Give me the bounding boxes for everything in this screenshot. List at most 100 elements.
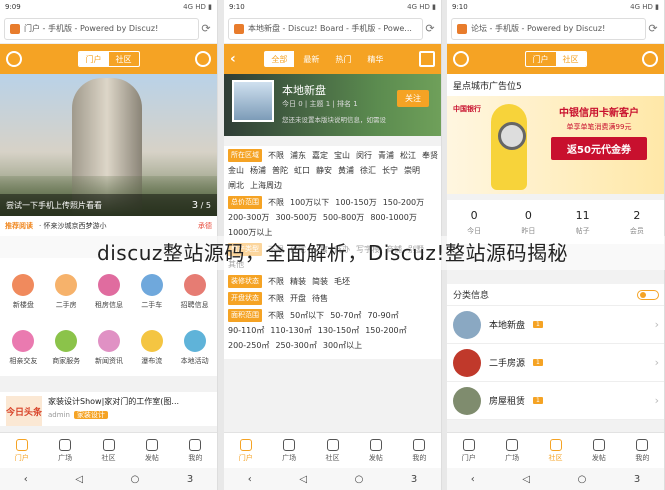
user-icon[interactable]	[6, 51, 22, 67]
tab-hot[interactable]: 热门	[328, 51, 358, 67]
filter-option[interactable]: 200-250㎡	[228, 339, 269, 352]
grid-item[interactable]: 新闻资讯	[88, 320, 131, 376]
filter-option[interactable]: 精装	[290, 275, 306, 288]
edit-icon[interactable]	[419, 51, 435, 67]
filter-option[interactable]: 金山	[228, 164, 244, 177]
nav-back-triangle-icon[interactable]: ◁	[75, 474, 83, 485]
filter-option[interactable]: 130-150㎡	[318, 324, 359, 337]
nav-back-triangle-icon[interactable]: ◁	[299, 474, 307, 485]
filter-option[interactable]: 长宁	[382, 164, 398, 177]
post-item[interactable]: 今日头条 家装设计Show|家对门的工作室(图... admin 家装设计	[0, 386, 217, 426]
filter-option[interactable]: 50-70㎡	[330, 309, 361, 322]
seg-community[interactable]: 社区	[555, 52, 586, 66]
user-icon[interactable]	[453, 51, 469, 67]
filter-option[interactable]: 300㎡以上	[323, 339, 362, 352]
filter-option[interactable]: 杨浦	[250, 164, 266, 177]
tab-portal[interactable]: 门户	[447, 433, 490, 468]
filter-option[interactable]: 不限	[268, 309, 284, 322]
nav-home-icon[interactable]: ○	[355, 474, 364, 485]
forum-row[interactable]: 本地新盘 1 ›	[447, 306, 664, 344]
filter-option[interactable]: 不限	[268, 292, 284, 305]
nav-back-icon[interactable]: ‹	[24, 474, 28, 485]
grid-item[interactable]: 新楼盘	[2, 264, 45, 320]
back-icon[interactable]: ‹	[230, 51, 236, 67]
tab-square[interactable]: 广场	[267, 433, 310, 468]
filter-option[interactable]: 开盘	[290, 292, 306, 305]
ad-banner[interactable]: 中国银行 中银信用卡新客户 单享单笔消费满99元 返50元代金券	[447, 96, 664, 194]
nav-home-icon[interactable]: ○	[131, 474, 140, 485]
nav-tabs-icon[interactable]: 3	[411, 474, 417, 485]
search-icon[interactable]	[195, 51, 211, 67]
filter-option[interactable]: 100万以下	[290, 196, 329, 209]
filter-option[interactable]: 闸北	[228, 179, 244, 192]
filter-option[interactable]: 100-150万	[335, 196, 376, 209]
filter-option[interactable]: 普陀	[272, 164, 288, 177]
filter-option[interactable]: 徐汇	[360, 164, 376, 177]
nav-back-triangle-icon[interactable]: ◁	[522, 474, 530, 485]
filter-option[interactable]: 浦东	[290, 149, 306, 162]
nav-back-icon[interactable]: ‹	[248, 474, 252, 485]
filter-option[interactable]: 宝山	[334, 149, 350, 162]
tab-mine[interactable]: 我的	[398, 433, 441, 468]
url-field[interactable]: 本地新盘 - Discuz! Board - 手机版 - Powe...	[228, 17, 423, 40]
seg-portal[interactable]: 门户	[526, 52, 556, 66]
filter-option[interactable]: 简装	[312, 275, 328, 288]
tab-post[interactable]: 发帖	[354, 433, 397, 468]
filter-option[interactable]: 500-800万	[323, 211, 364, 224]
grid-item[interactable]: 招聘信息	[173, 264, 216, 320]
filter-option[interactable]: 70-90㎡	[367, 309, 398, 322]
tab-digest[interactable]: 精华	[360, 51, 390, 67]
grid-item[interactable]: 租房信息	[88, 264, 131, 320]
filter-option[interactable]: 虹口	[294, 164, 310, 177]
tab-post[interactable]: 发帖	[577, 433, 620, 468]
tab-portal[interactable]: 门户	[0, 433, 43, 468]
url-field[interactable]: 论坛 - 手机版 - Powered by Discuz!	[451, 17, 646, 40]
grid-item[interactable]: 瀑布流	[130, 320, 173, 376]
filter-option[interactable]: 150-200万	[383, 196, 424, 209]
filter-option[interactable]: 不限	[268, 149, 284, 162]
reload-icon[interactable]: ⟳	[646, 22, 660, 35]
filter-option[interactable]: 300-500万	[275, 211, 316, 224]
filter-option[interactable]: 90-110㎡	[228, 324, 264, 337]
tab-portal[interactable]: 门户	[224, 433, 267, 468]
follow-button[interactable]: 关注	[397, 90, 429, 107]
collapse-toggle[interactable]	[637, 289, 659, 300]
tab-latest[interactable]: 最新	[296, 51, 326, 67]
filter-option[interactable]: 150-200㎡	[365, 324, 406, 337]
filter-option[interactable]: 200-300万	[228, 211, 269, 224]
filter-option[interactable]: 上海周边	[250, 179, 282, 192]
filter-option[interactable]: 待售	[312, 292, 328, 305]
grid-item[interactable]: 二手车	[130, 264, 173, 320]
tab-square[interactable]: 广场	[43, 433, 86, 468]
forum-row[interactable]: 房屋租赁 1 ›	[447, 382, 664, 420]
reload-icon[interactable]: ⟳	[423, 22, 437, 35]
filter-option[interactable]: 黄浦	[338, 164, 354, 177]
tab-community[interactable]: 社区	[534, 433, 577, 468]
filter-option[interactable]: 嘉定	[312, 149, 328, 162]
reload-icon[interactable]: ⟳	[199, 22, 213, 35]
filter-option[interactable]: 松江	[400, 149, 416, 162]
filter-option[interactable]: 110-130㎡	[270, 324, 311, 337]
tab-community[interactable]: 社区	[87, 433, 130, 468]
seg-portal[interactable]: 门户	[78, 52, 109, 66]
grid-item[interactable]: 商家服务	[45, 320, 88, 376]
filter-option[interactable]: 不限	[268, 196, 284, 209]
tab-square[interactable]: 广场	[490, 433, 533, 468]
nav-tabs-icon[interactable]: 3	[187, 474, 193, 485]
search-icon[interactable]	[642, 51, 658, 67]
nav-back-icon[interactable]: ‹	[471, 474, 475, 485]
tab-community[interactable]: 社区	[311, 433, 354, 468]
url-field[interactable]: 门户 - 手机版 - Powered by Discuz!	[4, 17, 199, 40]
seg-community[interactable]: 社区	[109, 52, 139, 66]
filter-option[interactable]: 奉贤	[422, 149, 438, 162]
grid-item[interactable]: 二手房	[45, 264, 88, 320]
nav-home-icon[interactable]: ○	[578, 474, 587, 485]
filter-option[interactable]: 崇明	[404, 164, 420, 177]
filter-option[interactable]: 不限	[268, 275, 284, 288]
filter-option[interactable]: 50㎡以下	[290, 309, 324, 322]
forum-row[interactable]: 二手房源 1 ›	[447, 344, 664, 382]
filter-option[interactable]: 800-1000万	[370, 211, 417, 224]
filter-option[interactable]: 闵行	[356, 149, 372, 162]
hero-slider[interactable]: 尝试一下手机上传照片看看 3 / 5	[0, 74, 217, 216]
news-ticker[interactable]: 推荐阅读 · 怀来沙城京西梦游小 承德	[0, 216, 217, 236]
